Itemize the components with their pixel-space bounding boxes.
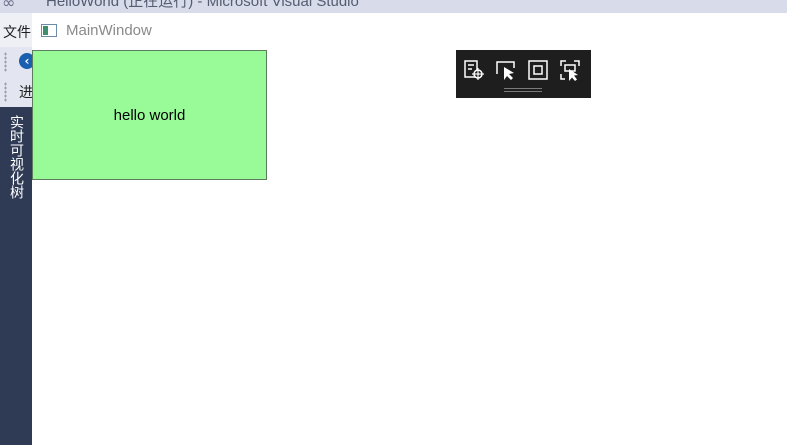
visual-studio-logo-icon: ∞ [2, 0, 16, 12]
main-window: MainWindow hello world [32, 13, 787, 445]
display-layout-adorners-icon[interactable] [526, 58, 550, 82]
toolbar-grip-icon[interactable] [4, 52, 7, 72]
track-focused-element-icon[interactable] [558, 58, 582, 82]
vs-menu-bar: 文件 [0, 13, 32, 47]
process-label: 进 [19, 85, 33, 101]
hello-world-text: hello world [113, 106, 186, 124]
toolbar-grip-icon[interactable] [4, 82, 7, 102]
live-visual-tree-tab[interactable]: 实时可视化树 [4, 115, 26, 215]
toolbar-collapse-handle[interactable] [504, 88, 542, 92]
go-to-live-visual-tree-icon[interactable] [462, 58, 486, 82]
vs-window-title: HelloWorld (正在运行) - Microsoft Visual Stu… [46, 0, 359, 10]
vs-left-tool-strip: 实时可视化树 [0, 107, 32, 445]
select-element-icon[interactable] [494, 58, 518, 82]
in-app-debug-toolbar [456, 50, 591, 98]
hello-world-panel: hello world [32, 50, 267, 180]
window-app-icon [41, 24, 57, 37]
menu-item-file[interactable]: 文件 [3, 22, 31, 42]
main-window-title: MainWindow [66, 22, 152, 39]
vs-standard-toolbar: ‹ [0, 47, 35, 77]
main-window-title-bar[interactable]: MainWindow [32, 13, 787, 49]
vs-title-bar: ∞ HelloWorld (正在运行) - Microsoft Visual S… [0, 0, 787, 13]
vs-debug-location-toolbar: 进 [0, 77, 33, 107]
